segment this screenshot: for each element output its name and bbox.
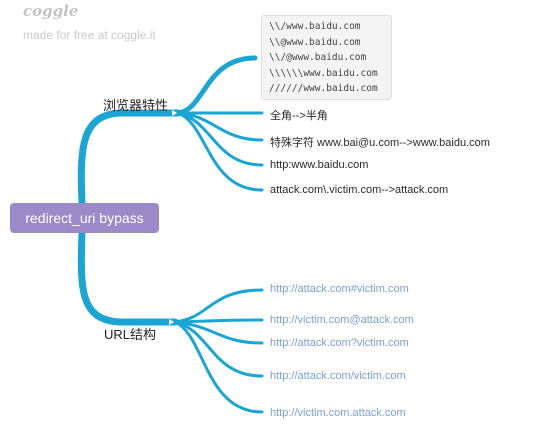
- url-item-at[interactable]: http://victim.com@attack.com: [270, 314, 414, 326]
- browser-item-fullwidth[interactable]: 全角-->半角: [270, 107, 328, 123]
- browser-item-backslash[interactable]: attack.com\.victim.com-->attack.com: [270, 184, 448, 196]
- link-url-item-2: [173, 318, 264, 324]
- url-item-subdomain[interactable]: http://victim.com.attack.com: [270, 407, 406, 419]
- url-item-query[interactable]: http://attack.com?victim.com: [270, 337, 409, 349]
- browser-item-special-chars[interactable]: 特殊字符 www.bai@u.com-->www.baidu.com: [270, 134, 490, 150]
- code-line: \\\\\\www.baidu.com: [269, 67, 378, 79]
- link-url-item-4: [173, 320, 264, 378]
- branch-browser-label[interactable]: 浏览器特性: [103, 95, 168, 114]
- code-line: //////www.baidu.com: [269, 83, 378, 94]
- browser-code-box: \\/www.baidu.com \\@www.baidu.com \\/@ww…: [261, 15, 392, 100]
- link-root-url: [77, 228, 179, 326]
- root-node-label: redirect_uri bypass: [25, 210, 144, 226]
- link-browser-item-4: [176, 111, 264, 192]
- code-line: \\@www.baidu.com: [269, 36, 361, 48]
- url-item-hash[interactable]: http://attack.com#victim.com: [270, 283, 409, 295]
- branch-url-label[interactable]: URL结构: [104, 324, 156, 343]
- link-browser-codebox: [175, 55, 258, 116]
- url-item-path[interactable]: http://attack.com/victim.com: [270, 370, 406, 382]
- code-line: \\/@www.baidu.com: [269, 52, 367, 63]
- browser-item-http-colon[interactable]: http:www.baidu.com: [270, 159, 368, 171]
- link-url-item-1: [173, 288, 264, 324]
- root-node[interactable]: redirect_uri bypass: [10, 203, 159, 233]
- code-line: \\/www.baidu.com: [269, 21, 361, 32]
- link-root-browser: [77, 109, 182, 208]
